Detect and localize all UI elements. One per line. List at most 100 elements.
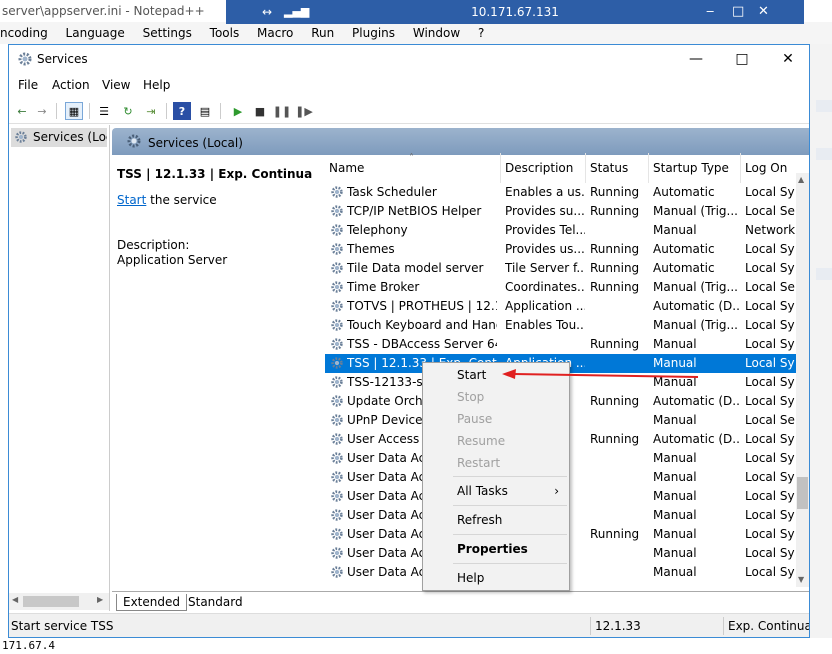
restart-service-icon[interactable]: ❚▶: [295, 102, 313, 120]
notepad-menu-item[interactable]: Tools: [210, 26, 240, 40]
notepad-editor-edge: [0, 44, 8, 638]
cell-name: Touch Keyboard and Hand...: [347, 318, 497, 332]
stop-service-icon[interactable]: ■: [251, 102, 269, 120]
tree-horizontal-scrollbar[interactable]: ◀ ▶: [9, 593, 109, 610]
menu-item-properties[interactable]: Properties: [425, 538, 567, 560]
export-list-icon[interactable]: ⇥: [142, 102, 160, 120]
column-header-description[interactable]: Description: [501, 153, 586, 183]
description-label: Description:: [117, 238, 190, 252]
cell-name: TSS - DBAccess Server 64 Bi...: [347, 337, 497, 351]
scroll-right-icon[interactable]: ▶: [97, 595, 103, 604]
service-gear-icon: [330, 299, 344, 313]
table-row[interactable]: TOTVS | PROTHEUS | 12.1.33 Application ..…: [325, 297, 809, 316]
cell-status: Running: [590, 280, 640, 294]
cell-name: Telephony: [347, 223, 408, 237]
cell-name: Task Scheduler: [347, 185, 437, 199]
cell-desc: Enables a us...: [505, 185, 585, 199]
table-row[interactable]: Themes Provides us... Running Automatic Loca…: [325, 240, 809, 259]
menu-help[interactable]: Help: [143, 78, 170, 92]
pin-icon[interactable]: ↔: [262, 0, 272, 24]
forward-arrow-icon[interactable]: →: [33, 102, 51, 120]
notepad-menu-item[interactable]: Run: [311, 26, 334, 40]
table-row[interactable]: Telephony Provides Tel... Manual Network: [325, 221, 809, 240]
cell-startup: Automatic (D...: [653, 432, 741, 446]
scrollbar-thumb[interactable]: [797, 477, 808, 509]
cell-desc: Provides su...: [505, 204, 585, 218]
submenu-arrow-icon: ›: [554, 484, 559, 498]
start-service-link[interactable]: Start: [117, 193, 146, 207]
scrollbar-thumb[interactable]: [23, 596, 79, 607]
menu-file[interactable]: File: [18, 78, 38, 92]
notepad-menu-item[interactable]: Macro: [257, 26, 293, 40]
refresh-icon[interactable]: ↻: [119, 102, 137, 120]
table-row[interactable]: Time Broker Coordinates... Running Manual (…: [325, 278, 809, 297]
service-gear-icon: [330, 337, 344, 351]
maximize-button[interactable]: □: [727, 49, 757, 69]
action-pane-icon[interactable]: ▤: [196, 102, 214, 120]
notepad-menu-item[interactable]: Language: [66, 26, 125, 40]
service-gear-icon: [330, 223, 344, 237]
start-service-icon[interactable]: ▶: [229, 102, 247, 120]
cell-status: Running: [590, 432, 640, 446]
list-vertical-scrollbar[interactable]: ▲ ▼: [796, 173, 809, 587]
notepad-menu-item[interactable]: Window: [413, 26, 460, 40]
pause-service-icon[interactable]: ❚❚: [273, 102, 291, 120]
menu-view[interactable]: View: [102, 78, 130, 92]
notepad-menu-item[interactable]: ncoding: [0, 26, 48, 40]
rdp-restore-button[interactable]: □: [732, 0, 744, 24]
rdp-connection-bar: 10.171.67.131 ↔ ▂▄▆ ‒ □ ✕: [226, 0, 804, 24]
notepad-editor-right: [810, 44, 832, 638]
tab-extended[interactable]: Extended: [116, 594, 187, 611]
column-header-status[interactable]: Status: [586, 153, 649, 183]
properties-icon[interactable]: ☰: [95, 102, 113, 120]
rdp-close-button[interactable]: ✕: [758, 0, 769, 24]
start-service-text: Start the service: [117, 193, 217, 207]
table-row[interactable]: Touch Keyboard and Hand... Enables Tou...…: [325, 316, 809, 335]
tab-standard[interactable]: Standard: [182, 594, 249, 611]
signal-icon[interactable]: ▂▄▆: [284, 0, 309, 24]
cell-name: Tile Data model server: [347, 261, 484, 275]
cell-startup: Manual: [653, 337, 697, 351]
notepad-menu-item[interactable]: Settings: [143, 26, 192, 40]
table-row[interactable]: Tile Data model server Tile Server f... Ru…: [325, 259, 809, 278]
tree-item-services-local[interactable]: Services (Local): [11, 128, 107, 147]
table-row[interactable]: Task Scheduler Enables a us... Running Auto…: [325, 183, 809, 202]
menu-item-stop[interactable]: Stop: [425, 386, 567, 408]
cell-startup: Manual: [653, 546, 697, 560]
title-bar: Services — □ ✕: [9, 45, 809, 73]
menu-item-pause[interactable]: Pause: [425, 408, 567, 430]
back-arrow-icon[interactable]: ←: [13, 102, 31, 120]
minimize-button[interactable]: —: [681, 49, 711, 69]
service-gear-icon: [330, 242, 344, 256]
start-service-suffix: the service: [146, 193, 217, 207]
cell-startup: Manual (Trig...: [653, 318, 738, 332]
scroll-left-icon[interactable]: ◀: [12, 595, 18, 604]
menu-action[interactable]: Action: [52, 78, 90, 92]
column-header-startup-type[interactable]: Startup Type: [649, 153, 741, 183]
menu-item-all-tasks[interactable]: All Tasks ›: [425, 480, 567, 502]
menu-item-help[interactable]: Help: [425, 567, 567, 589]
cell-startup: Manual: [653, 223, 697, 237]
notepad-menu-item[interactable]: Plugins: [352, 26, 395, 40]
help-icon[interactable]: ?: [173, 102, 191, 120]
notepad-menu-item[interactable]: ?: [478, 26, 484, 40]
scroll-up-icon[interactable]: ▲: [798, 175, 804, 184]
cell-status: Running: [590, 185, 640, 199]
cell-startup: Automatic (D...: [653, 394, 741, 408]
cell-startup: Automatic: [653, 185, 715, 199]
cell-status: Running: [590, 527, 640, 541]
menu-item-resume[interactable]: Resume: [425, 430, 567, 452]
rdp-minimize-button[interactable]: ‒: [706, 0, 714, 24]
menu-item-restart[interactable]: Restart: [425, 452, 567, 474]
scroll-down-icon[interactable]: ▼: [798, 575, 804, 584]
close-button[interactable]: ✕: [773, 49, 803, 69]
table-row[interactable]: TCP/IP NetBIOS Helper Provides su... Runni…: [325, 202, 809, 221]
cell-name: Themes: [347, 242, 395, 256]
column-header-name[interactable]: ˄ Name: [325, 153, 501, 183]
cell-startup: Manual (Trig...: [653, 280, 738, 294]
show-hide-console-tree-icon[interactable]: ▦: [65, 102, 83, 120]
toolbar: ← → ▦ ☰ ↻ ⇥ ? ▤ ▶ ■ ❚❚ ❚▶: [9, 98, 809, 124]
table-row[interactable]: TSS - DBAccess Server 64 Bi... Running Man…: [325, 335, 809, 354]
menu-item-refresh[interactable]: Refresh: [425, 509, 567, 531]
notepad-menu: ncoding Language Settings Tools Macro Ru…: [0, 22, 832, 44]
